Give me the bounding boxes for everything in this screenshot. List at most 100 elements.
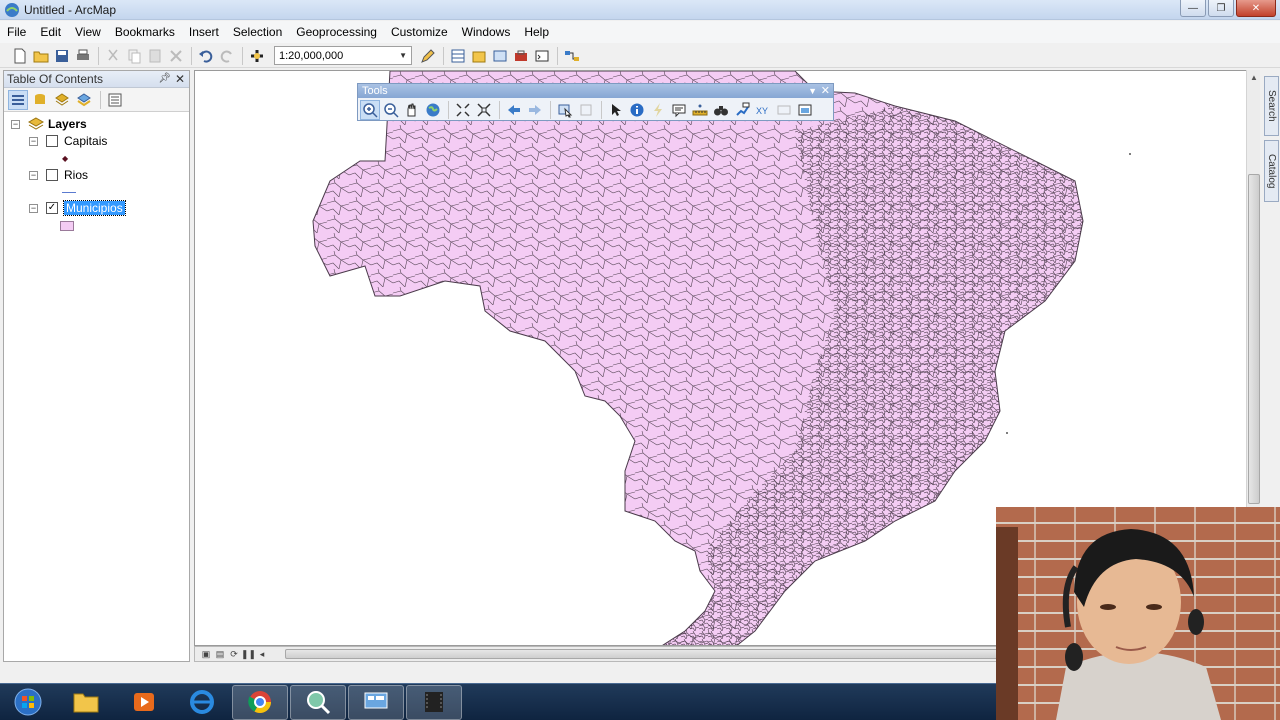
layer-symbol-municipios[interactable] — [60, 218, 74, 234]
time-slider-button[interactable] — [774, 100, 794, 120]
add-data-button[interactable] — [247, 46, 267, 66]
python-window-button[interactable] — [532, 46, 552, 66]
menu-customize[interactable]: Customize — [384, 21, 455, 43]
taskbar-chrome[interactable] — [232, 684, 288, 720]
taskbar-explorer[interactable] — [58, 685, 114, 720]
delete-button[interactable] — [166, 46, 186, 66]
menu-bar: File Edit View Bookmarks Insert Selectio… — [0, 21, 1280, 43]
layer-visibility-checkbox[interactable]: ✓ — [46, 202, 58, 214]
menu-edit[interactable]: Edit — [33, 21, 68, 43]
taskbar-internet-explorer[interactable] — [174, 685, 230, 720]
go-back-button[interactable] — [504, 100, 524, 120]
collapse-icon[interactable]: − — [29, 170, 38, 180]
map-scale-select[interactable]: 1:20,000,000 ▼ — [274, 46, 412, 65]
scroll-thumb[interactable] — [1248, 174, 1260, 504]
table-of-contents-button[interactable] — [448, 46, 468, 66]
layer-visibility-checkbox[interactable] — [46, 169, 58, 181]
model-builder-button[interactable] — [562, 46, 582, 66]
taskbar-video-editor[interactable] — [406, 684, 462, 720]
menu-file[interactable]: File — [0, 21, 33, 43]
refresh-icon[interactable]: ⟳ — [227, 649, 241, 660]
go-to-xy-button[interactable]: XY — [753, 100, 773, 120]
undo-button[interactable] — [196, 46, 216, 66]
paste-button[interactable] — [145, 46, 165, 66]
taskbar-arcmap[interactable] — [290, 684, 346, 720]
editor-toolbar-button[interactable] — [418, 46, 438, 66]
search-tab[interactable]: Search — [1264, 76, 1279, 136]
arcmap-icon — [5, 2, 19, 17]
select-features-button[interactable] — [555, 100, 575, 120]
chevron-down-icon[interactable]: ▼ — [808, 84, 817, 98]
menu-windows[interactable]: Windows — [455, 21, 518, 43]
find-route-button[interactable] — [732, 100, 752, 120]
open-button[interactable] — [31, 46, 51, 66]
list-by-source-button[interactable] — [30, 90, 50, 110]
layers-root-row[interactable]: − Layers — [11, 116, 87, 132]
pencil-icon — [421, 48, 435, 63]
identify-button[interactable] — [627, 100, 647, 120]
list-by-selection-button[interactable] — [74, 90, 94, 110]
list-by-visibility-button[interactable] — [52, 90, 72, 110]
start-button[interactable] — [0, 685, 56, 720]
close-icon[interactable]: ✕ — [175, 72, 185, 86]
full-extent-button[interactable] — [423, 100, 443, 120]
pan-button[interactable] — [402, 100, 422, 120]
arctoolbox-button[interactable] — [511, 46, 531, 66]
measure-button[interactable] — [690, 100, 710, 120]
zoom-out-button[interactable] — [381, 100, 401, 120]
island-point — [1006, 432, 1008, 434]
taskbar-remote-desktop[interactable] — [348, 684, 404, 720]
data-view-icon[interactable]: ▣ — [199, 649, 213, 660]
tools-toolbar-header[interactable]: Tools ▼ ✕ — [358, 84, 833, 98]
html-popup-button[interactable] — [669, 100, 689, 120]
layout-view-icon[interactable]: ▤ — [213, 649, 227, 660]
viewer-window-button[interactable] — [795, 100, 815, 120]
taskbar-media-player[interactable] — [116, 685, 172, 720]
menu-help[interactable]: Help — [517, 21, 556, 43]
zoom-in-button[interactable] — [360, 99, 380, 120]
save-button[interactable] — [52, 46, 72, 66]
list-by-drawing-order-button[interactable] — [8, 89, 28, 110]
fixed-zoom-in-button[interactable] — [453, 100, 473, 120]
clear-selection-button[interactable] — [576, 100, 596, 120]
layer-row-municipios[interactable]: − ✓ Municipios — [29, 200, 126, 216]
print-button[interactable] — [73, 46, 93, 66]
search-window-button[interactable] — [490, 46, 510, 66]
collapse-icon[interactable]: − — [29, 203, 38, 213]
menu-selection[interactable]: Selection — [226, 21, 289, 43]
catalog-tab[interactable]: Catalog — [1264, 140, 1279, 202]
layer-row-capitais[interactable]: − Capitais — [29, 133, 107, 149]
chrome-icon — [248, 691, 271, 713]
table-icon — [451, 49, 465, 62]
close-button[interactable]: ✕ — [1236, 0, 1276, 17]
go-forward-button[interactable] — [525, 100, 545, 120]
layer-symbol-rios[interactable] — [62, 184, 76, 200]
maximize-button[interactable]: ❐ — [1208, 0, 1234, 17]
select-features-icon — [558, 104, 573, 117]
menu-bookmarks[interactable]: Bookmarks — [108, 21, 182, 43]
layer-symbol-capitais[interactable]: ◆ — [62, 150, 68, 166]
collapse-icon[interactable]: − — [29, 136, 38, 146]
fixed-zoom-out-button[interactable] — [474, 100, 494, 120]
scroll-up-icon[interactable]: ▲ — [1250, 73, 1258, 82]
hyperlink-button[interactable] — [648, 100, 668, 120]
new-button[interactable] — [10, 46, 30, 66]
menu-insert[interactable]: Insert — [182, 21, 226, 43]
pause-drawing-icon[interactable]: ❚❚ — [241, 649, 256, 660]
toc-options-button[interactable] — [105, 90, 125, 110]
cut-button[interactable] — [103, 46, 123, 66]
layer-row-rios[interactable]: − Rios — [29, 167, 88, 183]
select-elements-button[interactable] — [606, 100, 626, 120]
menu-geoprocessing[interactable]: Geoprocessing — [289, 21, 384, 43]
close-icon[interactable]: ✕ — [821, 84, 830, 98]
collapse-icon[interactable]: − — [11, 119, 20, 129]
menu-view[interactable]: View — [68, 21, 108, 43]
scroll-left-icon[interactable]: ◂ — [255, 649, 269, 660]
find-button[interactable] — [711, 100, 731, 120]
catalog-button[interactable] — [469, 46, 489, 66]
pin-icon[interactable]: 📌︎ — [158, 73, 171, 84]
layer-visibility-checkbox[interactable] — [46, 135, 58, 147]
redo-button[interactable] — [217, 46, 237, 66]
minimize-button[interactable]: — — [1180, 0, 1206, 17]
copy-button[interactable] — [124, 46, 144, 66]
